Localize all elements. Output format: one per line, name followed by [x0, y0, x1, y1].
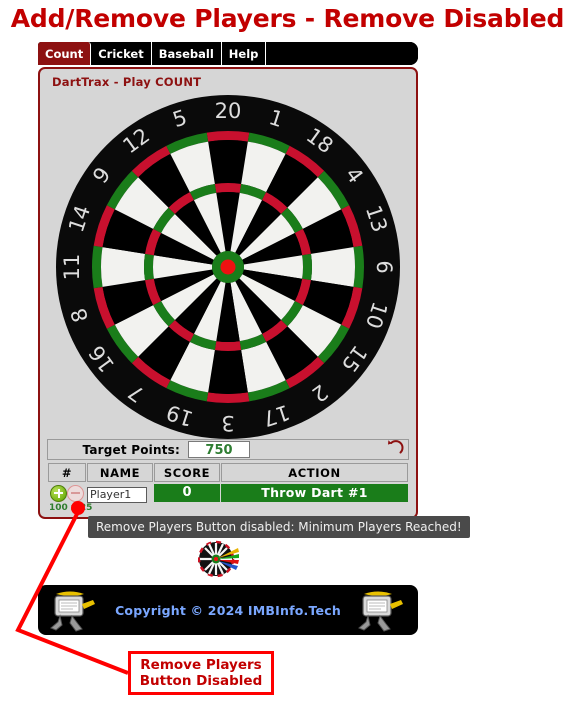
undo-arrow-glyph: [388, 439, 404, 453]
dartboard-with-darts-icon: [197, 538, 242, 578]
dartboard[interactable]: 20 1 18 4 13 6 10 15 2 17 3 19 7 16 8 11 14 9 12 5: [54, 93, 402, 441]
player-score-cell: 0: [154, 483, 220, 503]
target-points-row: Target Points: 750: [47, 439, 409, 460]
copyright-text: Copyright © 2024 IMBInfo.Tech: [115, 602, 341, 618]
size-hint-label: 100 x 25: [49, 503, 93, 513]
player-controls-cell: [48, 483, 86, 503]
player-score-value: 0: [154, 483, 220, 502]
tab-help[interactable]: Help: [221, 42, 267, 65]
footer: Copyright © 2024 IMBInfo.Tech: [38, 585, 418, 635]
mini-dart-svg: [197, 540, 239, 578]
annotation-box: Remove Players Button Disabled: [128, 651, 274, 695]
svg-text:6: 6: [372, 260, 396, 273]
dartboard-svg[interactable]: 20 11841361015217319716811149125: [54, 93, 402, 441]
tab-count[interactable]: Count: [38, 42, 92, 65]
svg-text:3: 3: [221, 411, 234, 435]
runner-right-svg: [358, 591, 403, 632]
header-action: ACTION: [221, 463, 408, 482]
svg-text:20: 20: [215, 99, 242, 123]
add-player-icon[interactable]: [50, 485, 67, 503]
runner-left-svg: [50, 591, 95, 632]
table-row: 0 Throw Dart #1: [48, 483, 408, 503]
target-points-label: Target Points:: [82, 442, 180, 457]
svg-text:11: 11: [60, 254, 84, 281]
header-name: NAME: [87, 463, 153, 482]
header-number: #: [48, 463, 86, 482]
annotation-line-1: Remove Players: [140, 657, 262, 673]
game-panel: DartTrax - Play COUNT 20 1 18 4 13 6 10 15 2 17 3 1…: [38, 67, 418, 519]
panel-title: DartTrax - Play COUNT: [52, 75, 202, 89]
undo-arrow-icon[interactable]: [382, 438, 408, 462]
table-header-row: # NAME SCORE ACTION: [48, 463, 408, 482]
tab-baseball[interactable]: Baseball: [151, 42, 222, 65]
player-name-input[interactable]: [87, 486, 147, 503]
tab-bar-filler: [266, 42, 418, 65]
header-score: SCORE: [154, 463, 220, 482]
running-computer-icon-right: [356, 588, 408, 632]
disabled-tooltip: Remove Players Button disabled: Minimum …: [88, 516, 470, 538]
running-computer-icon-left: [48, 588, 100, 632]
page-title: Add/Remove Players - Remove Disabled: [10, 4, 565, 33]
annotation-line-2: Button Disabled: [139, 673, 263, 689]
player-action-cell: Throw Dart #1: [221, 483, 408, 503]
target-points-input[interactable]: 750: [188, 441, 250, 458]
remove-player-icon: [67, 485, 84, 503]
throw-dart-button[interactable]: Throw Dart #1: [221, 483, 408, 502]
player-name-cell: [87, 483, 153, 503]
tab-bar: Count Cricket Baseball Help: [38, 42, 418, 65]
player-table: # NAME SCORE ACTION 0 Throw Dart #1: [47, 462, 409, 504]
tab-cricket[interactable]: Cricket: [91, 42, 152, 65]
